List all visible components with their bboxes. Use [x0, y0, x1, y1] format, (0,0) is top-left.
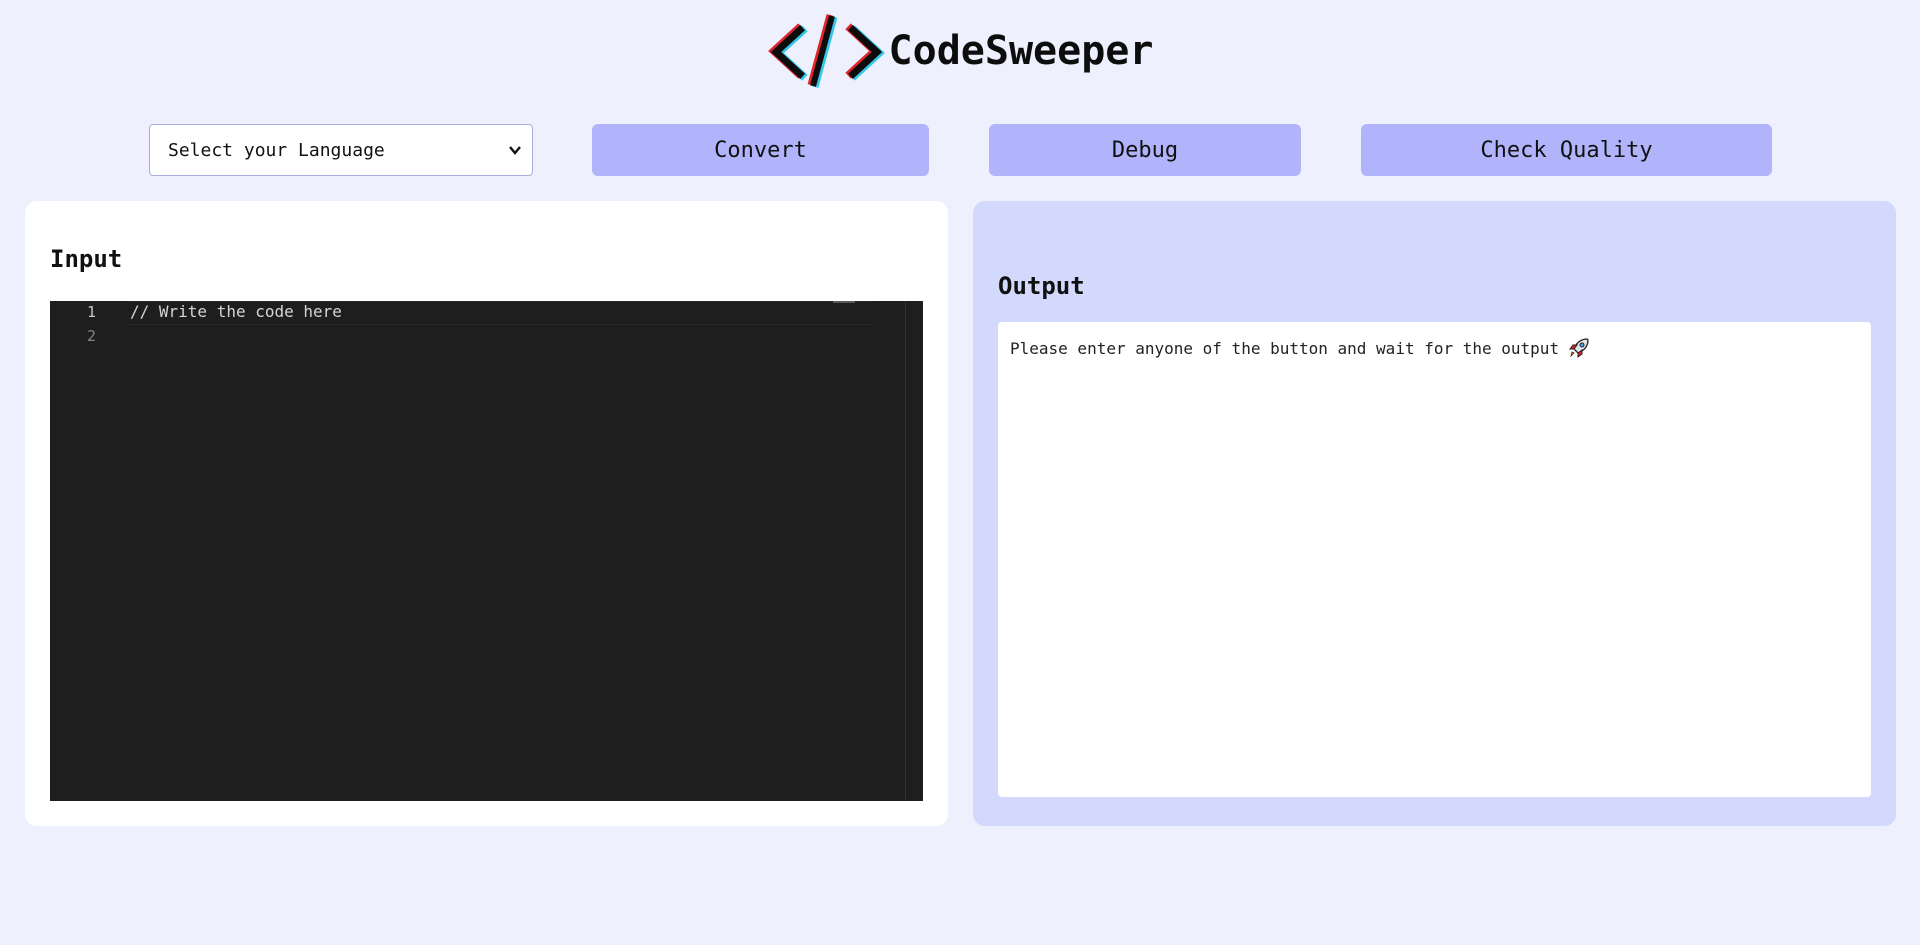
editor-scrollbar[interactable]	[905, 301, 906, 801]
line-number: 1	[86, 303, 96, 321]
code-line[interactable]: // Write the code here	[130, 302, 342, 321]
output-message-row: Please enter anyone of the button and wa…	[1010, 336, 1859, 360]
debug-button[interactable]: Debug	[989, 124, 1301, 176]
rocket-icon	[1569, 338, 1589, 358]
chevron-down-icon	[509, 146, 521, 155]
code-brackets-icon	[767, 14, 885, 88]
app-header: CodeSweeper	[0, 0, 1920, 110]
toolbar: Select your Language Convert Debug Check…	[0, 124, 1920, 176]
input-panel: Input 1 2 // Write the code here	[25, 201, 948, 826]
input-heading: Input	[50, 245, 123, 273]
language-select[interactable]: Select your Language	[149, 124, 533, 176]
check-quality-button[interactable]: Check Quality	[1361, 124, 1772, 176]
language-select-value: Select your Language	[168, 139, 385, 161]
convert-button[interactable]: Convert	[592, 124, 929, 176]
minimap-slider[interactable]	[833, 301, 855, 303]
output-box: Please enter anyone of the button and wa…	[998, 322, 1871, 797]
output-message: Please enter anyone of the button and wa…	[1010, 338, 1560, 358]
app-title: CodeSweeper	[888, 28, 1154, 74]
logo: CodeSweeper	[767, 11, 1154, 91]
output-panel: Output Please enter anyone of the button…	[973, 201, 1896, 826]
line-number-gutter: 1 2	[50, 301, 110, 801]
output-heading: Output	[998, 272, 1085, 300]
line-number: 2	[86, 327, 96, 345]
code-editor[interactable]: 1 2 // Write the code here	[50, 301, 923, 801]
